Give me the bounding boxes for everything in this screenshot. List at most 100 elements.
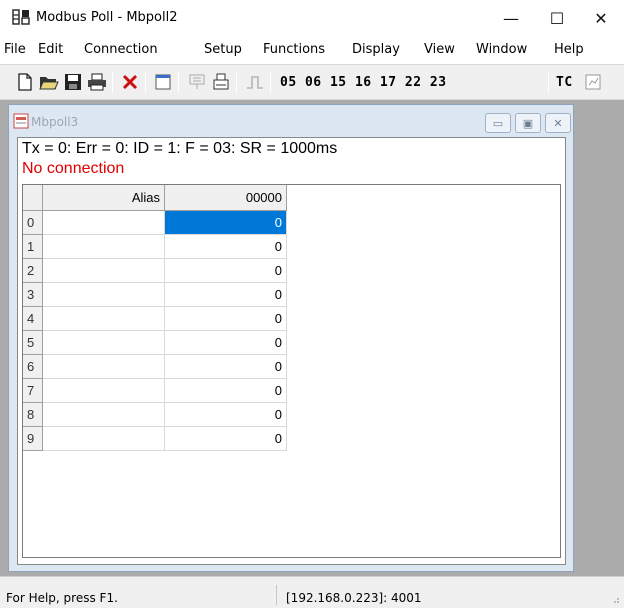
alias-cell[interactable]	[43, 307, 165, 331]
pulse-icon	[247, 76, 263, 89]
row-number: 6	[23, 355, 43, 379]
alias-cell[interactable]	[43, 403, 165, 427]
close-button[interactable]: ✕	[578, 0, 624, 36]
print-preview-button[interactable]	[210, 71, 232, 93]
open-icon	[39, 77, 59, 90]
menu-display[interactable]: Display	[352, 42, 400, 57]
open-button[interactable]	[38, 71, 60, 93]
read-write-icon	[189, 74, 205, 89]
close-icon: ✕	[594, 8, 608, 28]
title-bar[interactable]: Modbus Poll - Mbpoll2 — ☐ ✕	[0, 0, 624, 36]
minimize-button[interactable]: —	[488, 0, 534, 36]
modbus-app-icon	[12, 9, 30, 25]
menu-setup[interactable]: Setup	[204, 42, 242, 57]
alias-cell[interactable]	[43, 379, 165, 403]
print-preview-icon	[213, 73, 229, 90]
close-icon: ✕	[553, 116, 563, 130]
maximize-button[interactable]: ☐	[534, 0, 580, 36]
row-number: 9	[23, 427, 43, 451]
alias-cell[interactable]	[43, 259, 165, 283]
row-number: 2	[23, 259, 43, 283]
table-row: 4 0	[23, 307, 287, 331]
row-number: 0	[23, 211, 43, 235]
delete-icon	[122, 74, 138, 90]
child-maximize-button[interactable]: ▣	[515, 113, 541, 133]
print-icon	[88, 73, 106, 91]
value-cell[interactable]: 0	[165, 283, 287, 307]
child-minimize-button[interactable]: ▭	[485, 113, 511, 133]
value-column-header[interactable]: 00000	[165, 185, 287, 211]
new-button[interactable]	[14, 71, 36, 93]
alias-cell[interactable]	[43, 331, 165, 355]
table-row: 5 0	[23, 331, 287, 355]
table-row: 6 0	[23, 355, 287, 379]
comm-traffic-button[interactable]	[582, 71, 604, 93]
grid-corner-header	[23, 185, 43, 211]
pulse-button[interactable]	[244, 71, 266, 93]
save-button[interactable]	[62, 71, 84, 93]
resize-grip-icon[interactable]	[610, 594, 620, 604]
new-icon	[18, 73, 32, 91]
row-number: 1	[23, 235, 43, 259]
alias-cell[interactable]	[43, 235, 165, 259]
save-icon	[65, 74, 81, 90]
window-button[interactable]	[152, 71, 174, 93]
help-hint: For Help, press F1.	[6, 591, 118, 605]
alias-column-header[interactable]: Alias	[43, 185, 165, 211]
menu-window[interactable]: Window	[476, 42, 527, 57]
child-window[interactable]: Mbpoll3 ▭ ▣ ✕ Tx = 0: Err = 0: ID = 1: F…	[8, 104, 574, 572]
table-row: 0 0	[23, 211, 287, 235]
function-code-buttons[interactable]: 05 06 15 16 17 22 23	[280, 75, 447, 90]
menu-edit[interactable]: Edit	[38, 42, 63, 57]
value-cell[interactable]: 0	[165, 403, 287, 427]
toolbar-separator	[178, 71, 179, 93]
alias-cell[interactable]	[43, 427, 165, 451]
minimize-icon: —	[503, 8, 519, 28]
register-grid[interactable]: Alias 00000 0 0 1 0 2 0 3 0 4 0 5 0 6 0 …	[22, 184, 561, 558]
menu-bar: File Edit Connection Setup Functions Dis…	[0, 36, 624, 64]
tc-button[interactable]: TC	[556, 75, 573, 90]
value-cell[interactable]: 0	[165, 331, 287, 355]
toolbar-separator	[236, 71, 237, 93]
value-cell[interactable]: 0	[165, 235, 287, 259]
value-cell[interactable]: 0	[165, 427, 287, 451]
connection-status: No connection	[22, 160, 125, 177]
menu-functions[interactable]: Functions	[263, 42, 325, 57]
table-row: 2 0	[23, 259, 287, 283]
table-row: 7 0	[23, 379, 287, 403]
poll-status-line: Tx = 0: Err = 0: ID = 1: F = 03: SR = 10…	[22, 140, 338, 157]
table-row: 9 0	[23, 427, 287, 451]
connection-address: [192.168.0.223]: 4001	[286, 591, 422, 605]
toolbar-separator	[145, 71, 146, 93]
toolbar-separator	[270, 71, 271, 93]
print-button[interactable]	[86, 71, 108, 93]
toolbar: 05 06 15 16 17 22 23 TC	[0, 64, 624, 100]
toolbar-separator	[548, 71, 549, 93]
document-icon	[13, 113, 29, 129]
mdi-client-area: Mbpoll3 ▭ ▣ ✕ Tx = 0: Err = 0: ID = 1: F…	[0, 100, 624, 576]
menu-help[interactable]: Help	[554, 42, 584, 57]
window-icon	[155, 74, 171, 90]
read-write-button[interactable]	[186, 71, 208, 93]
status-bar: For Help, press F1. [192.168.0.223]: 400…	[0, 576, 624, 608]
alias-cell[interactable]	[43, 355, 165, 379]
alias-cell[interactable]	[43, 211, 165, 235]
value-cell[interactable]: 0	[165, 259, 287, 283]
child-window-body: Tx = 0: Err = 0: ID = 1: F = 03: SR = 10…	[17, 137, 566, 565]
minimize-icon: ▭	[492, 116, 504, 130]
menu-view[interactable]: View	[424, 42, 455, 57]
value-cell[interactable]: 0	[165, 379, 287, 403]
menu-file[interactable]: File	[4, 42, 26, 57]
value-cell[interactable]: 0	[165, 355, 287, 379]
row-number: 3	[23, 283, 43, 307]
child-close-button[interactable]: ✕	[545, 113, 571, 133]
value-cell-selected[interactable]: 0	[165, 211, 287, 235]
menu-connection[interactable]: Connection	[84, 42, 158, 57]
row-number: 5	[23, 331, 43, 355]
maximize-icon: ▣	[522, 116, 534, 130]
value-cell[interactable]: 0	[165, 307, 287, 331]
alias-cell[interactable]	[43, 283, 165, 307]
delete-button[interactable]	[119, 71, 141, 93]
row-number: 7	[23, 379, 43, 403]
comm-traffic-icon	[585, 74, 601, 90]
